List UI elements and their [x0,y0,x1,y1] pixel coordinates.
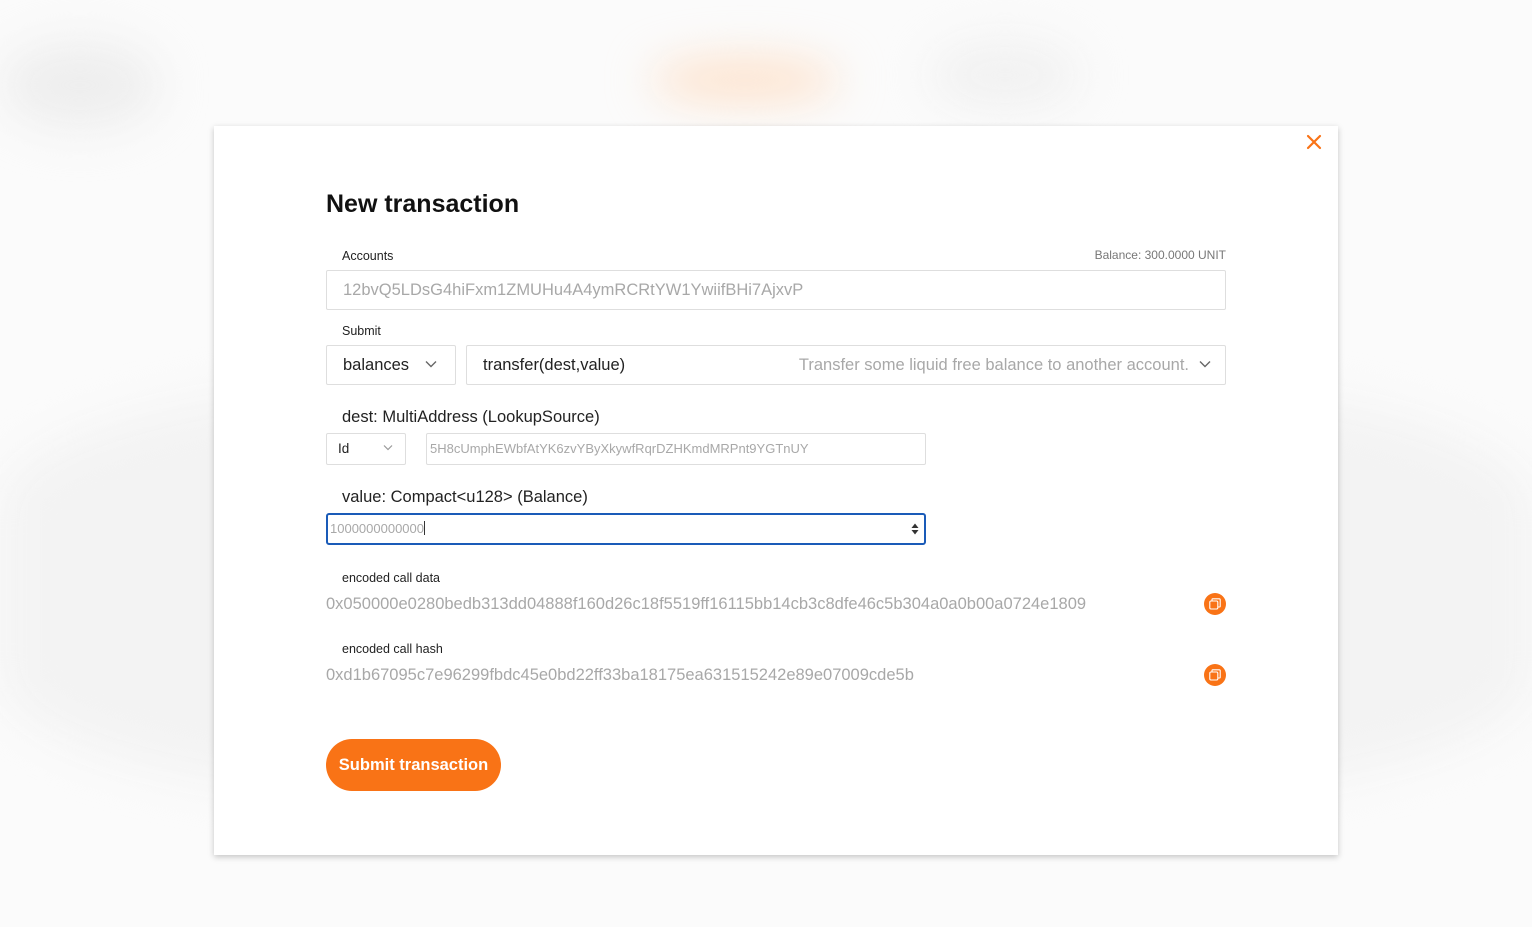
submit-label: Submit [342,324,381,338]
copy-call-hash-button[interactable] [1204,664,1226,686]
encoded-call-data-label: encoded call data [342,571,440,585]
submit-transaction-button[interactable]: Submit transaction [326,739,501,791]
account-selector[interactable]: 12bvQ5LDsG4hiFxm1ZMUHu4A4ymRCRtYW1YwiifB… [326,270,1226,310]
copy-call-data-button[interactable] [1204,593,1226,615]
encoded-call-hash-value: 0xd1b67095c7e96299fbdc45e0bd22ff33ba1817… [326,666,914,684]
copy-icon [1209,669,1221,681]
value-input[interactable]: 1000000000000 [326,513,926,545]
dest-address-input[interactable]: 5H8cUmphEWbfAtYK6zvYByXkywfRqrDZHKmdMRPn… [426,433,926,465]
chevron-down-icon [425,361,437,368]
dest-type-select[interactable]: Id [326,433,406,465]
modal-title: New transaction [326,190,520,218]
text-caret [424,521,425,535]
balance-text: Balance: 300.0000 UNIT [1094,248,1226,262]
encoded-call-hash-label: encoded call hash [342,642,443,656]
background-blur-region [0,40,160,130]
dest-type-value: Id [338,441,350,456]
module-select[interactable]: balances [326,345,456,385]
value-input-text: 1000000000000 [330,521,424,536]
module-select-value: balances [343,356,410,374]
close-button[interactable] [1304,132,1324,152]
dest-label: dest: MultiAddress (LookupSource) [342,408,600,426]
encoded-call-data-value: 0x050000e0280bedb313dd04888f160d26c18f55… [326,595,1087,613]
new-transaction-modal: New transaction Accounts Balance: 300.00… [214,126,1338,855]
number-spinner-icon[interactable] [911,523,919,535]
chevron-down-icon [1199,361,1211,368]
accounts-label: Accounts [342,249,394,263]
background-blurred-button [650,58,840,102]
method-description: Transfer some liquid free balance to ano… [798,356,1189,374]
value-label: value: Compact<u128> (Balance) [342,488,588,506]
background-blur-region [930,40,1080,110]
copy-icon [1209,598,1221,610]
method-select-value: transfer(dest,value) [483,356,626,374]
chevron-down-icon [383,445,393,451]
method-select[interactable]: transfer(dest,value) Transfer some liqui… [466,345,1226,385]
close-icon [1306,134,1322,150]
